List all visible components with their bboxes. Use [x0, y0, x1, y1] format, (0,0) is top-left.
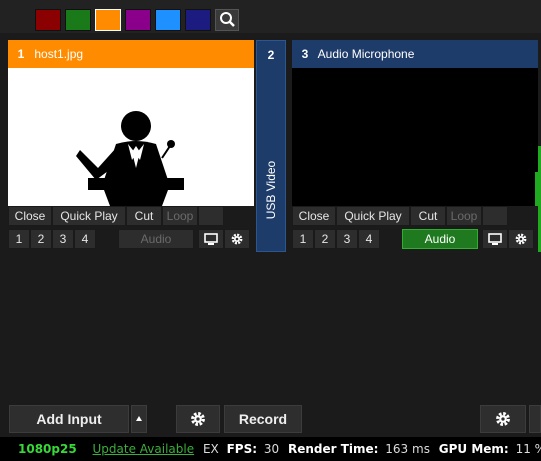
settings-button[interactable]: [176, 405, 220, 433]
color-swatch-navy[interactable]: [185, 9, 211, 31]
add-input-menu-button[interactable]: [131, 405, 147, 433]
color-swatch-blue[interactable]: [155, 9, 181, 31]
overlay-3-button[interactable]: 3: [52, 229, 74, 249]
input-overlay-row: 1 2 3 4 Audio: [292, 229, 538, 249]
color-bar: [0, 0, 541, 33]
triangle-up-icon: [136, 416, 142, 421]
monitor-icon: [488, 233, 502, 245]
cut-button[interactable]: Cut: [126, 206, 162, 226]
settings-button[interactable]: [508, 229, 534, 249]
color-swatch-green[interactable]: [65, 9, 91, 31]
monitor-button[interactable]: [198, 229, 224, 249]
gpu-mem-label: GPU Mem:: [438, 442, 509, 456]
loop-button[interactable]: Loop: [162, 206, 198, 226]
output-settings-button[interactable]: [480, 405, 526, 433]
quick-play-button[interactable]: Quick Play: [52, 206, 126, 226]
render-time-label: Render Time:: [287, 442, 379, 456]
overlay-3-button[interactable]: 3: [336, 229, 358, 249]
gear-icon: [515, 233, 527, 245]
search-button[interactable]: [215, 9, 239, 31]
gear-icon: [191, 412, 205, 426]
monitor-icon: [204, 233, 218, 245]
audio-button[interactable]: Audio: [402, 229, 478, 249]
input-preview[interactable]: [8, 68, 254, 206]
fps-value: 30: [263, 442, 280, 456]
quick-play-button[interactable]: Quick Play: [336, 206, 410, 226]
overflow-button[interactable]: [529, 405, 541, 433]
speaker-podium-image: [76, 111, 184, 206]
close-button[interactable]: Close: [8, 206, 52, 226]
cut-button[interactable]: Cut: [410, 206, 446, 226]
blank-button: [198, 206, 224, 226]
ex-label: EX: [202, 442, 219, 456]
input-number: 3: [301, 47, 309, 61]
overlay-1-button[interactable]: 1: [292, 229, 314, 249]
input-panel-3: 3 Audio Microphone Close Quick Play Cut …: [292, 40, 538, 252]
status-bar: 1080p25 Update Available EX FPS: 30 Rend…: [0, 437, 541, 461]
monitor-button[interactable]: [482, 229, 508, 249]
overlay-2-button[interactable]: 2: [30, 229, 52, 249]
input-panel-1: 1 host1.jpg Close Quick Play Cut Loop 1 …: [8, 40, 254, 252]
blank-button: [482, 206, 508, 226]
add-input-button[interactable]: Add Input: [9, 405, 129, 433]
input-controls-row: Close Quick Play Cut Loop: [292, 206, 538, 226]
color-swatch-purple[interactable]: [125, 9, 151, 31]
input-overlay-row: 1 2 3 4 Audio: [8, 229, 254, 249]
overlay-4-button[interactable]: 4: [358, 229, 380, 249]
input-number: 1: [17, 47, 25, 61]
input-title-bar[interactable]: 1 host1.jpg: [8, 40, 254, 68]
render-time-value: 163 ms: [385, 442, 430, 456]
input-title: Audio Microphone: [317, 47, 415, 61]
fps-label: FPS:: [226, 442, 258, 456]
resolution-label: 1080p25: [18, 442, 77, 456]
input-controls-row: Close Quick Play Cut Loop: [8, 206, 254, 226]
overlay-4-button[interactable]: 4: [74, 229, 96, 249]
audio-button[interactable]: Audio: [118, 229, 194, 249]
input-title: USB Video: [264, 160, 278, 220]
overlay-1-button[interactable]: 1: [8, 229, 30, 249]
gpu-mem-value: 11 %: [515, 442, 541, 456]
input-number: 2: [267, 48, 275, 62]
update-available-link[interactable]: Update Available: [93, 437, 195, 461]
input-title-bar[interactable]: 3 Audio Microphone: [292, 40, 538, 68]
input-title: host1.jpg: [34, 47, 84, 61]
gear-icon: [231, 233, 243, 245]
search-icon: [220, 12, 235, 27]
close-button[interactable]: Close: [292, 206, 336, 226]
settings-button[interactable]: [224, 229, 250, 249]
input-preview[interactable]: [292, 68, 538, 206]
input-panel-2[interactable]: 2 USB Video: [256, 40, 286, 252]
color-swatch-orange[interactable]: [95, 9, 121, 31]
gear-icon: [496, 412, 510, 426]
overlay-2-button[interactable]: 2: [314, 229, 336, 249]
record-button[interactable]: Record: [224, 405, 302, 433]
loop-button[interactable]: Loop: [446, 206, 482, 226]
color-swatch-red[interactable]: [35, 9, 61, 31]
